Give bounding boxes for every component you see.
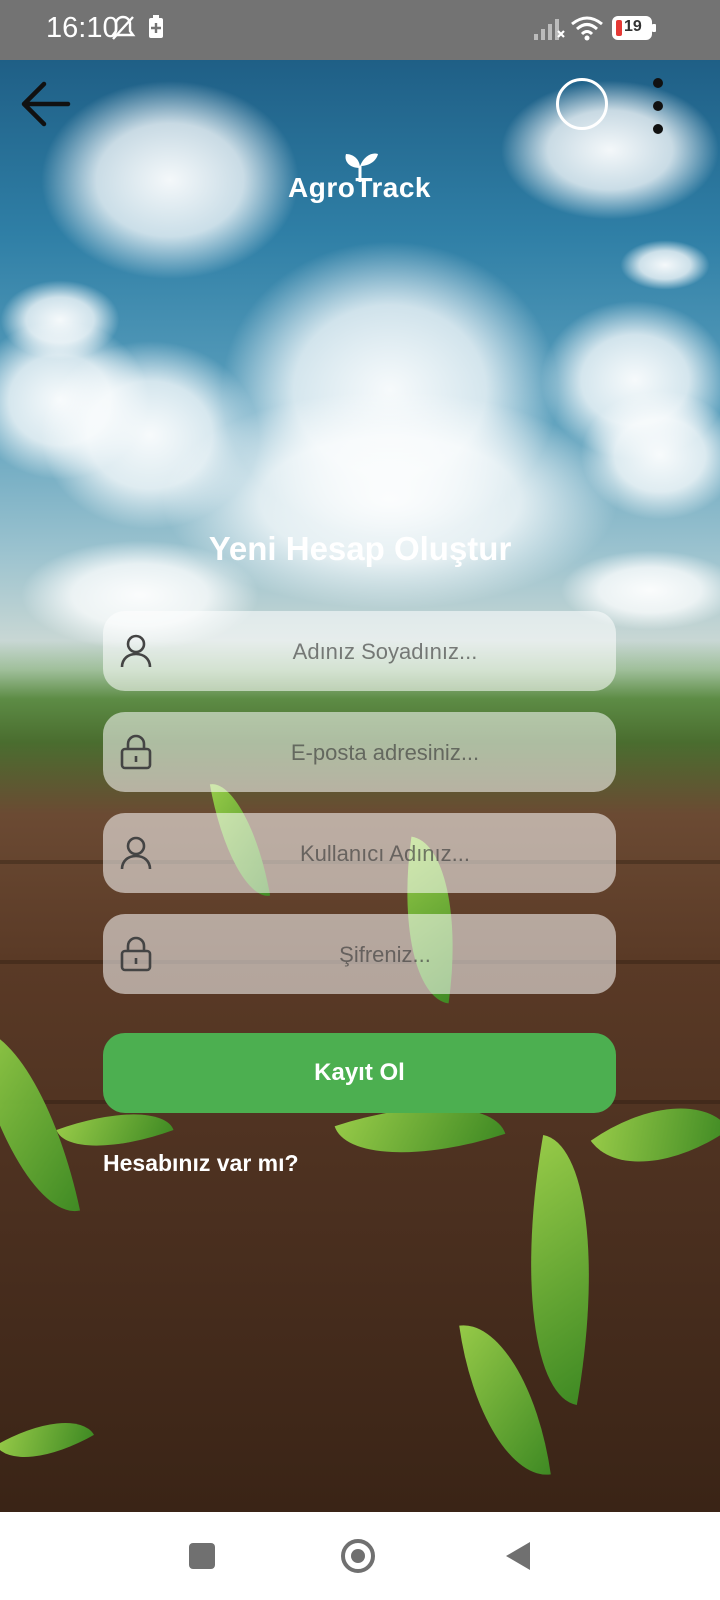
status-time: 16:10 bbox=[46, 12, 119, 44]
full-name-input[interactable] bbox=[163, 611, 607, 693]
lock-icon bbox=[120, 734, 152, 770]
bell-off-icon bbox=[110, 15, 136, 40]
login-link[interactable]: Hesabınız var mı? bbox=[103, 1150, 299, 1177]
email-input[interactable] bbox=[163, 712, 607, 794]
password-input[interactable] bbox=[163, 914, 607, 996]
wifi-icon bbox=[571, 16, 603, 41]
username-field[interactable] bbox=[103, 813, 616, 895]
page-title: Yeni Hesap Oluştur bbox=[208, 530, 512, 567]
user-icon bbox=[120, 836, 152, 870]
lock-icon bbox=[120, 936, 152, 972]
username-input[interactable] bbox=[163, 813, 607, 895]
arrow-left-icon[interactable] bbox=[18, 76, 74, 132]
home-circle-icon[interactable] bbox=[341, 1539, 375, 1573]
recents-square-icon[interactable] bbox=[189, 1543, 215, 1569]
logo-text: AgroTrack bbox=[288, 172, 431, 203]
password-field[interactable] bbox=[103, 914, 616, 996]
battery-level: 19 bbox=[624, 18, 642, 35]
battery-icon: 19 bbox=[612, 16, 656, 40]
register-button[interactable]: Kayıt Ol bbox=[103, 1033, 616, 1113]
email-field[interactable] bbox=[103, 712, 616, 794]
signal-off-icon bbox=[534, 19, 565, 40]
status-bar: 16:10 19 bbox=[0, 0, 720, 60]
app-logo: AgroTrack bbox=[280, 150, 450, 210]
circle-icon[interactable] bbox=[556, 78, 608, 130]
back-triangle-icon[interactable] bbox=[506, 1542, 530, 1570]
battery-saver-icon bbox=[149, 15, 163, 38]
user-icon bbox=[120, 634, 152, 668]
more-vertical-icon[interactable] bbox=[650, 78, 666, 134]
full-name-field[interactable] bbox=[103, 611, 616, 693]
